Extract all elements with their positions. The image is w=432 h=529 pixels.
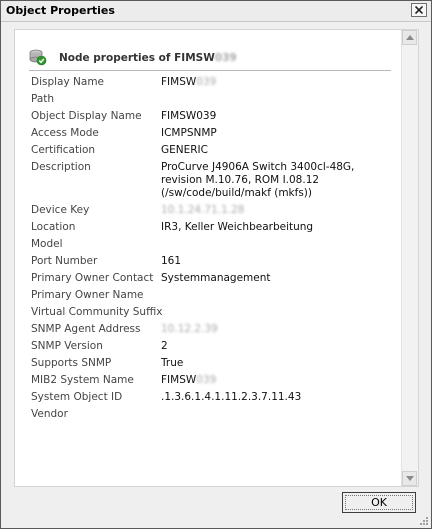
value-obscured: 10.1.24.71.1.28 (161, 204, 245, 216)
value-text: FIMSW (161, 76, 197, 88)
property-label: Primary Owner Contact (31, 272, 154, 284)
property-row: System Object ID .1.3.6.1.4.1.11.2.3.7.1… (31, 389, 401, 406)
property-value: 10.12.2.39 (161, 321, 391, 338)
property-row: Access Mode ICMPSNMP (31, 125, 401, 142)
value-text: FIMSW (161, 374, 197, 386)
property-label: SNMP Version (31, 340, 103, 352)
property-value (161, 236, 391, 253)
scroll-up-button[interactable] (402, 30, 417, 45)
property-label: Virtual Community Suffix (31, 306, 163, 318)
property-label: Path (31, 93, 55, 105)
property-value: FIMSW039 (161, 74, 391, 91)
property-value: 161 (161, 255, 182, 267)
header-title-prefix: Node properties of (59, 52, 175, 64)
property-row: Supports SNMP True (31, 355, 401, 372)
property-value: FIMSW039 (161, 372, 391, 389)
property-row: Model (31, 236, 401, 253)
property-value: .1.3.6.1.4.1.11.2.3.7.11.43 (161, 391, 302, 403)
panel-header-title: Node properties of FIMSW039 (59, 52, 237, 64)
focus-rect (345, 495, 413, 510)
property-label: Port Number (31, 255, 98, 267)
property-value: ProCurve J4906A Switch 3400cl-48G, revis… (161, 161, 355, 199)
property-value (161, 304, 391, 321)
property-value: True (161, 357, 184, 369)
header-title-name: FIMSW (174, 52, 215, 64)
property-value (161, 91, 391, 108)
property-row: MIB2 System Name FIMSW039 (31, 372, 401, 389)
property-value: 2 (161, 340, 168, 352)
property-label: Location (31, 221, 76, 233)
title-bar[interactable]: Object Properties (1, 1, 431, 22)
property-row: Vendor (31, 406, 401, 423)
ok-button[interactable]: OK (342, 492, 416, 513)
property-label: Access Mode (31, 127, 99, 139)
property-list: Display Name FIMSW039 Path Object Displa… (31, 74, 401, 423)
panel-header: Node properties of FIMSW039 (29, 48, 391, 71)
properties-panel: Node properties of FIMSW039 Display Name… (14, 29, 419, 487)
property-row: Certification GENERIC (31, 142, 401, 159)
property-row: Description ProCurve J4906A Switch 3400c… (31, 159, 401, 202)
property-row: Virtual Community Suffix (31, 304, 401, 321)
value-obscured: 039 (196, 374, 217, 386)
property-label: Display Name (31, 76, 105, 88)
property-row: Primary Owner Contact Systemmanagement (31, 270, 401, 287)
property-label: Primary Owner Name (31, 289, 144, 301)
property-value (161, 287, 391, 304)
property-label: Device Key (31, 204, 90, 216)
property-label: MIB2 System Name (31, 374, 134, 386)
property-label: Vendor (31, 408, 68, 420)
property-row: Port Number 161 (31, 253, 401, 270)
property-label: Object Display Name (31, 110, 142, 122)
value-obscured: 039 (196, 76, 217, 88)
property-label: SNMP Agent Address (31, 323, 141, 335)
property-value: Systemmanagement (161, 272, 271, 284)
property-label: System Object ID (31, 391, 123, 403)
scroll-down-button[interactable] (402, 471, 417, 486)
property-row: Display Name FIMSW039 (31, 74, 401, 91)
property-label: Supports SNMP (31, 357, 112, 369)
arrow-up-icon (406, 35, 414, 40)
property-row: Device Key 10.1.24.71.1.28 (31, 202, 401, 219)
window-title: Object Properties (6, 4, 115, 17)
property-row: SNMP Version 2 (31, 338, 401, 355)
close-icon (415, 6, 423, 14)
property-row: SNMP Agent Address 10.12.2.39 (31, 321, 401, 338)
property-value: 10.1.24.71.1.28 (161, 202, 391, 219)
node-icon (29, 49, 47, 66)
property-row: Path (31, 91, 401, 108)
property-label: Description (31, 161, 91, 173)
property-row: Location IR3, Keller Weichbearbeitung (31, 219, 401, 236)
property-value: ICMPSNMP (161, 127, 217, 139)
header-title-obscured: 039 (214, 52, 237, 64)
arrow-down-icon (406, 476, 414, 481)
property-value: FIMSW039 (161, 110, 217, 122)
property-value: IR3, Keller Weichbearbeitung (161, 221, 314, 233)
property-label: Certification (31, 144, 96, 156)
vertical-scrollbar[interactable] (401, 30, 418, 486)
value-obscured: 10.12.2.39 (161, 323, 218, 335)
resize-grip-icon[interactable] (419, 516, 429, 526)
close-button[interactable] (411, 3, 427, 17)
object-properties-window: Object Properties Node properties of FIM… (0, 0, 432, 529)
property-label: Model (31, 238, 63, 250)
property-value: GENERIC (161, 144, 208, 156)
property-value (161, 406, 391, 423)
property-row: Primary Owner Name (31, 287, 401, 304)
property-row: Object Display Name FIMSW039 (31, 108, 401, 125)
